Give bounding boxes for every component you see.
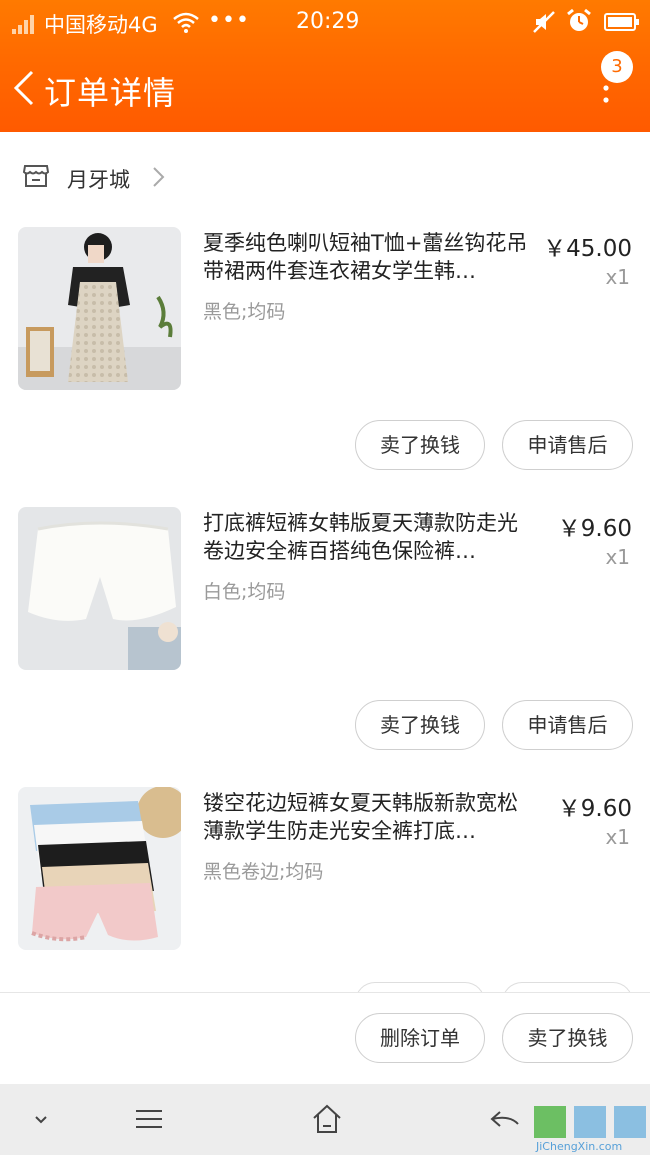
product-image[interactable] [18,507,181,670]
page-title: 订单详情 [44,74,177,112]
clock: 20:29 [296,9,360,34]
product-image[interactable] [18,787,181,950]
store-icon [22,165,50,187]
menu-icon[interactable] [132,1102,166,1136]
mute-icon [533,11,555,33]
product-quantity: x1 [605,825,630,849]
sell-for-cash-button[interactable]: 卖了换钱 [355,700,485,750]
sell-for-cash-button[interactable]: 卖了换钱 [502,1013,633,1063]
product-price: ￥9.60 [557,516,632,542]
product-spec: 白色;均码 [203,581,286,603]
product-title[interactable]: 打底裤短裤女韩版夏天薄款防走光卷边安全裤百搭纯色保险裤… [203,509,538,565]
sell-for-cash-button[interactable]: 卖了换钱 [355,420,485,470]
more-status-dots: ••• [208,8,250,33]
more-menu-icon[interactable] [594,80,618,108]
product-spec: 黑色卷边;均码 [203,861,324,883]
chevron-down-icon[interactable] [24,1102,58,1136]
watermark-text: JiChengXin.com [536,1140,623,1153]
notification-badge: 3 [601,51,633,83]
wifi-icon [173,12,199,33]
shop-name[interactable]: 月牙城 [67,164,130,194]
shop-row[interactable]: 月牙城 [0,152,650,202]
signal-icon [12,15,34,34]
chevron-right-icon [153,167,165,187]
product-price: ￥45.00 [543,236,632,262]
alarm-icon [567,8,591,31]
product-title[interactable]: 镂空花边短裤女夏天韩版新款宽松薄款学生防走光安全裤打底… [203,789,538,845]
app-header: 中国移动4G ••• 20:29 订单详情 3 [0,0,650,132]
battery-icon [604,13,639,31]
product-quantity: x1 [605,545,630,569]
order-action-bar: 删除订单 卖了换钱 [0,992,650,1084]
delete-order-button[interactable]: 删除订单 [355,1013,485,1063]
product-title[interactable]: 夏季纯色喇叭短袖T恤+蕾丝钩花吊带裙两件套连衣裙女学生韩… [203,229,538,285]
order-item[interactable]: 打底裤短裤女韩版夏天薄款防走光卷边安全裤百搭纯色保险裤… 白色;均码 ￥9.60… [0,507,650,767]
product-price: ￥9.60 [557,796,632,822]
order-item[interactable]: 夏季纯色喇叭短袖T恤+蕾丝钩花吊带裙两件套连衣裙女学生韩… 黑色;均码 ￥45.… [0,227,650,487]
product-spec: 黑色;均码 [203,301,286,323]
product-quantity: x1 [605,265,630,289]
after-sales-button[interactable]: 申请售后 [502,700,633,750]
back-arrow-icon[interactable] [10,68,38,108]
back-icon[interactable] [488,1102,522,1136]
product-image[interactable] [18,227,181,390]
after-sales-button[interactable]: 申请售后 [502,420,633,470]
home-icon[interactable] [310,1102,344,1136]
carrier-label: 中国移动4G [44,13,158,37]
status-bar: 中国移动4G ••• 20:29 [0,0,650,46]
